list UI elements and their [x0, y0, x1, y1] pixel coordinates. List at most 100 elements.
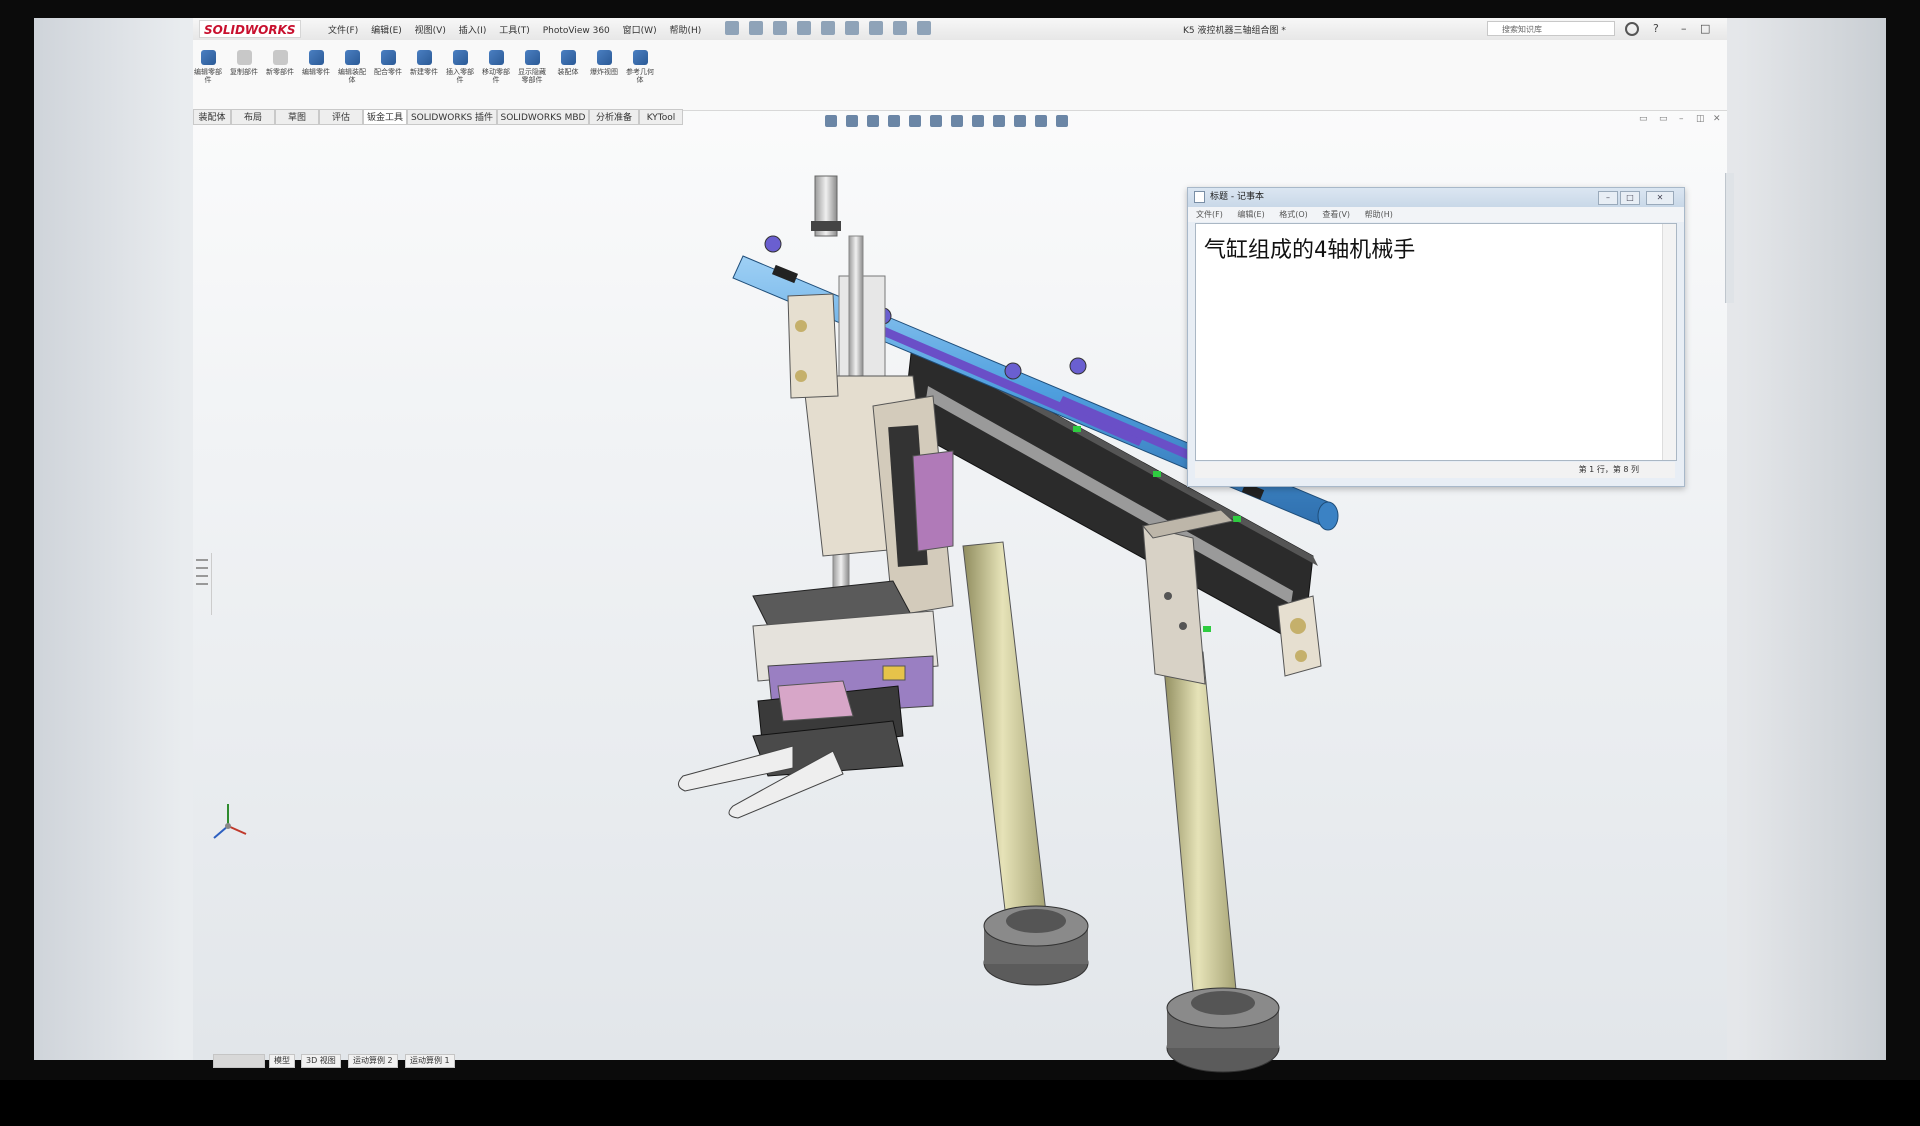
select-icon[interactable]	[845, 21, 859, 35]
menu-photoview[interactable]: PhotoView 360	[543, 26, 610, 36]
ribbon-button-show-hidden[interactable]: 显示隐藏零部件	[517, 50, 547, 84]
tab-sheet-metal[interactable]: 钣金工具	[363, 109, 407, 125]
tab-model[interactable]: 模型	[269, 1054, 295, 1068]
undo-icon[interactable]	[821, 21, 835, 35]
assembly-icon	[560, 50, 576, 65]
solidworks-window: SOLIDWORKS 文件(F) 编辑(E) 视图(V) 插入(I) 工具(T)…	[193, 18, 1734, 1073]
notepad-menu-bar: 文件(F) 编辑(E) 格式(O) 查看(V) 帮助(H)	[1188, 207, 1684, 222]
gripper-assembly[interactable]	[678, 580, 939, 819]
edit-component-icon	[200, 50, 216, 65]
ribbon-button-new-part[interactable]: 新零部件	[265, 50, 295, 76]
ribbon-button-insert-component[interactable]: 插入零部件	[445, 50, 475, 84]
maximize-button[interactable]: □	[1700, 22, 1710, 35]
notepad-text: 气缸组成的4轴机械手	[1204, 238, 1416, 263]
command-manager-ribbon: 编辑零部件 复制部件 新零部件 编辑零件 编辑装配体 配合零件 新建零件 插入零…	[193, 40, 1727, 111]
xyz-axis-icon	[213, 804, 247, 839]
support-column-right[interactable]	[1162, 651, 1280, 1073]
tab-layout[interactable]: 布局	[231, 109, 275, 125]
new-part-icon	[272, 50, 288, 65]
ribbon-button-explode[interactable]: 爆炸视图	[589, 50, 619, 76]
tab-scroll-bar[interactable]	[213, 1054, 265, 1068]
tab-solidworks-mbd[interactable]: SOLIDWORKS MBD	[497, 109, 589, 125]
ribbon-button-copy[interactable]: 复制部件	[229, 50, 259, 76]
edit-part-icon	[308, 50, 324, 65]
tab-motion-study-1[interactable]: 运动算例 1	[405, 1054, 455, 1068]
menu-edit[interactable]: 编辑(E)	[371, 23, 402, 36]
copy-icon	[236, 50, 252, 65]
command-tabs: 装配体 布局 草图 评估 钣金工具 SOLIDWORKS 插件 SOLIDWOR…	[193, 109, 693, 126]
quick-access-toolbar	[725, 21, 941, 38]
menu-window[interactable]: 窗口(W)	[623, 23, 657, 36]
notepad-text-area[interactable]: 气缸组成的4轴机械手	[1195, 223, 1677, 461]
doc-window-tile-icon[interactable]: ▭	[1639, 114, 1648, 124]
tab-motion-study-2[interactable]: 运动算例 2	[348, 1054, 398, 1068]
file-properties-icon[interactable]	[893, 21, 907, 35]
support-column-left[interactable]	[962, 541, 1089, 986]
ribbon-button-new-component[interactable]: 新建零件	[409, 50, 439, 76]
menu-insert[interactable]: 插入(I)	[459, 23, 487, 36]
doc-restore-icon[interactable]: ◫	[1696, 114, 1705, 124]
notepad-icon	[1194, 190, 1205, 203]
menu-view[interactable]: 视图(V)	[415, 23, 446, 36]
notepad-window[interactable]: 标题 - 记事本 – □ ✕ 文件(F) 编辑(E) 格式(O) 查看(V) 帮…	[1187, 187, 1685, 487]
notepad-minimize-button[interactable]: –	[1598, 191, 1618, 205]
explode-icon	[596, 50, 612, 65]
mate-icon	[380, 50, 396, 65]
ribbon-button-move-component[interactable]: 移动零部件	[481, 50, 511, 84]
notepad-maximize-button[interactable]: □	[1620, 191, 1640, 205]
notepad-close-button[interactable]: ✕	[1646, 191, 1674, 205]
ribbon-button-label: 插入零部件	[446, 68, 474, 84]
ribbon-button-edit-part[interactable]: 编辑零件	[301, 50, 331, 76]
notepad-title: 标题 - 记事本	[1210, 192, 1264, 202]
tab-kytool[interactable]: KYTool	[639, 109, 683, 125]
tab-evaluate[interactable]: 评估	[319, 109, 363, 125]
insert-component-icon	[452, 50, 468, 65]
print-icon[interactable]	[797, 21, 811, 35]
bottom-view-tabs: 模型 3D 视图 运动算例 2 运动算例 1	[193, 1054, 793, 1068]
notepad-menu-file[interactable]: 文件(F)	[1196, 210, 1223, 219]
ribbon-button-edit-component[interactable]: 编辑零部件	[193, 50, 223, 84]
minimize-button[interactable]: –	[1681, 22, 1687, 35]
left-mount-bracket[interactable]	[787, 293, 839, 399]
ribbon-button-label: 复制部件	[230, 68, 258, 76]
ribbon-button-edit-assembly[interactable]: 编辑装配体	[337, 50, 367, 84]
notepad-scrollbar[interactable]	[1662, 224, 1676, 460]
ribbon-button-assembly[interactable]: 装配体	[553, 50, 583, 76]
menu-file[interactable]: 文件(F)	[328, 23, 358, 36]
new-file-icon[interactable]	[725, 21, 739, 35]
tab-3d-view[interactable]: 3D 视图	[301, 1054, 341, 1068]
tab-sketch[interactable]: 草图	[275, 109, 319, 125]
help-button[interactable]: ?	[1653, 22, 1659, 35]
menu-help[interactable]: 帮助(H)	[669, 23, 701, 36]
options-icon[interactable]	[917, 21, 931, 35]
ribbon-button-label: 参考几何体	[626, 68, 654, 84]
ribbon-button-label: 编辑零部件	[194, 68, 222, 84]
open-file-icon[interactable]	[749, 21, 763, 35]
title-bar: SOLIDWORKS 文件(F) 编辑(E) 视图(V) 插入(I) 工具(T)…	[193, 18, 1727, 41]
save-icon[interactable]	[773, 21, 787, 35]
notepad-menu-edit[interactable]: 编辑(E)	[1237, 210, 1264, 219]
notepad-menu-help[interactable]: 帮助(H)	[1365, 210, 1393, 219]
search-input[interactable]: 搜索知识库	[1487, 21, 1615, 36]
notepad-title-bar[interactable]: 标题 - 记事本 – □ ✕	[1188, 188, 1684, 207]
solidworks-logo[interactable]: SOLIDWORKS	[199, 20, 301, 38]
doc-window-split-icon[interactable]: ▭	[1659, 114, 1668, 124]
rebuild-icon[interactable]	[869, 21, 883, 35]
notepad-menu-format[interactable]: 格式(O)	[1279, 210, 1308, 219]
tab-analysis-prep[interactable]: 分析准备	[589, 109, 639, 125]
move-component-icon	[488, 50, 504, 65]
ribbon-button-mate[interactable]: 配合零件	[373, 50, 403, 76]
ribbon-button-label: 装配体	[557, 68, 579, 76]
notepad-menu-view[interactable]: 查看(V)	[1322, 210, 1350, 219]
tab-solidworks-addins[interactable]: SOLIDWORKS 插件	[407, 109, 497, 125]
right-end-bracket[interactable]	[1277, 595, 1322, 677]
notepad-status-bar: 第 1 行，第 8 列	[1195, 462, 1675, 478]
doc-minimize-icon[interactable]: –	[1679, 114, 1684, 124]
tab-assembly[interactable]: 装配体	[193, 109, 231, 125]
menu-tools[interactable]: 工具(T)	[499, 23, 530, 36]
ribbon-button-label: 移动零部件	[482, 68, 510, 84]
ribbon-button-reference-geometry[interactable]: 参考几何体	[625, 50, 655, 84]
doc-close-icon[interactable]: ✕	[1713, 114, 1721, 124]
l-bracket[interactable]	[802, 375, 954, 617]
search-icon[interactable]	[1625, 22, 1639, 36]
